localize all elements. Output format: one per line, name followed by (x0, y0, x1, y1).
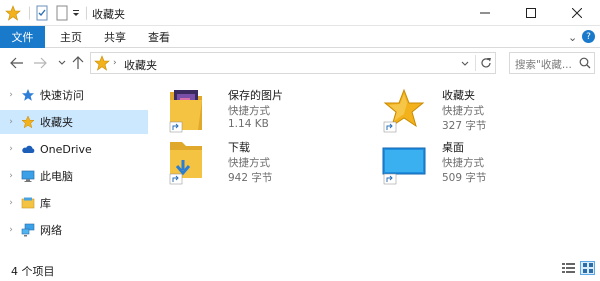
address-divider (475, 55, 476, 71)
tab-file[interactable]: 文件 (0, 26, 45, 48)
breadcrumb-current[interactable]: 收藏夹 (124, 57, 157, 73)
window-title: 收藏夹 (92, 8, 125, 21)
item-name: 下载 (228, 141, 250, 154)
ribbon-tabs: 文件 主页 共享 查看 ⌄ ? (0, 26, 600, 48)
tab-share[interactable]: 共享 (104, 26, 126, 48)
favorites-star-icon (382, 86, 426, 134)
item-size: 509 字节 (442, 172, 487, 184)
nav-label: OneDrive (40, 142, 92, 156)
toolbar-separator: │ (83, 6, 90, 20)
nav-item-network[interactable]: › 网络 (0, 218, 148, 242)
nav-item-libraries[interactable]: › 库 (0, 191, 148, 215)
item-size: 327 字节 (442, 120, 487, 132)
desktop-icon (382, 138, 426, 186)
item-type: 快捷方式 (442, 157, 484, 169)
nav-item-onedrive[interactable]: › OneDrive (0, 137, 148, 161)
quick-access-star-icon (21, 88, 35, 102)
saved-pictures-folder-icon (168, 86, 212, 134)
nav-item-this-pc[interactable]: › 此电脑 (0, 164, 148, 188)
favorites-star-icon (21, 115, 35, 129)
expand-chevron-icon[interactable]: › (7, 117, 15, 127)
search-icon[interactable] (579, 57, 591, 72)
item-size: 942 字节 (228, 172, 273, 184)
expand-chevron-icon[interactable]: › (7, 171, 15, 181)
nav-label: 库 (40, 197, 51, 210)
onedrive-cloud-icon (21, 142, 35, 156)
list-item-desktop[interactable]: 桌面 快捷方式 509 字节 (382, 138, 582, 194)
address-bar[interactable]: › 收藏夹 (90, 52, 496, 74)
nav-label: 此电脑 (40, 170, 73, 183)
nav-item-favorites[interactable]: › 收藏夹 (0, 110, 148, 134)
search-input[interactable]: 搜索"收藏... (509, 52, 595, 74)
customize-toolbar-chevron-icon[interactable] (72, 4, 80, 22)
up-arrow-icon[interactable] (69, 54, 87, 72)
item-type: 快捷方式 (442, 105, 484, 117)
network-icon (21, 223, 35, 237)
address-dropdown-chevron-icon[interactable] (461, 57, 469, 72)
status-bar: 4 个项目 (0, 256, 600, 281)
address-star-icon (94, 55, 110, 74)
ribbon-expand-icon[interactable]: ⌄ (568, 26, 577, 48)
downloads-folder-icon (168, 138, 212, 186)
address-row: › 收藏夹 搜索"收藏... (0, 49, 600, 77)
list-item-favorites[interactable]: 收藏夹 快捷方式 327 字节 (382, 86, 582, 142)
large-icons-view-icon[interactable] (580, 261, 595, 275)
forward-arrow-icon[interactable] (31, 54, 49, 72)
minimize-button[interactable] (462, 0, 508, 26)
item-type: 快捷方式 (228, 157, 270, 169)
maximize-button[interactable] (508, 0, 554, 26)
item-name: 桌面 (442, 141, 464, 154)
help-icon[interactable]: ? (582, 30, 595, 43)
close-button[interactable] (554, 0, 600, 26)
nav-item-quick-access[interactable]: › 快速访问 (0, 83, 148, 107)
tab-home[interactable]: 主页 (60, 26, 82, 48)
back-arrow-icon[interactable] (8, 54, 26, 72)
expand-chevron-icon[interactable]: › (7, 225, 15, 235)
details-view-icon[interactable] (562, 262, 575, 277)
expand-chevron-icon[interactable]: › (7, 144, 15, 154)
toolbar-separator: │ (26, 6, 33, 20)
list-item-downloads[interactable]: 下载 快捷方式 942 字节 (168, 138, 368, 194)
computer-monitor-icon (21, 169, 35, 183)
expand-chevron-icon[interactable]: › (7, 198, 15, 208)
expand-chevron-icon[interactable]: › (7, 90, 15, 100)
item-size: 1.14 KB (228, 118, 269, 130)
title-bar: │ │ 收藏夹 (0, 0, 600, 26)
nav-label: 收藏夹 (40, 116, 73, 129)
item-name: 保存的图片 (228, 89, 283, 102)
nav-label: 快速访问 (40, 89, 84, 102)
content-area: 保存的图片 快捷方式 1.14 KB 收藏夹 快捷方式 327 字节 下载 快捷… (148, 78, 600, 254)
new-folder-icon[interactable] (55, 4, 69, 22)
app-star-icon[interactable] (5, 4, 21, 22)
library-icon (21, 196, 35, 210)
item-type: 快捷方式 (228, 105, 270, 117)
list-item-saved-pictures[interactable]: 保存的图片 快捷方式 1.14 KB (168, 86, 368, 142)
item-name: 收藏夹 (442, 89, 475, 102)
breadcrumb-separator-icon[interactable]: › (113, 58, 117, 68)
nav-label: 网络 (40, 224, 62, 237)
search-placeholder: 搜索"收藏... (515, 59, 572, 71)
properties-icon[interactable] (35, 4, 49, 22)
tab-view[interactable]: 查看 (148, 26, 170, 48)
item-count: 4 个项目 (11, 265, 55, 278)
refresh-icon[interactable] (479, 56, 493, 73)
navigation-pane: › 快速访问 › 收藏夹 › OneDrive › 此电脑 › 库 › 网络 (0, 78, 148, 254)
